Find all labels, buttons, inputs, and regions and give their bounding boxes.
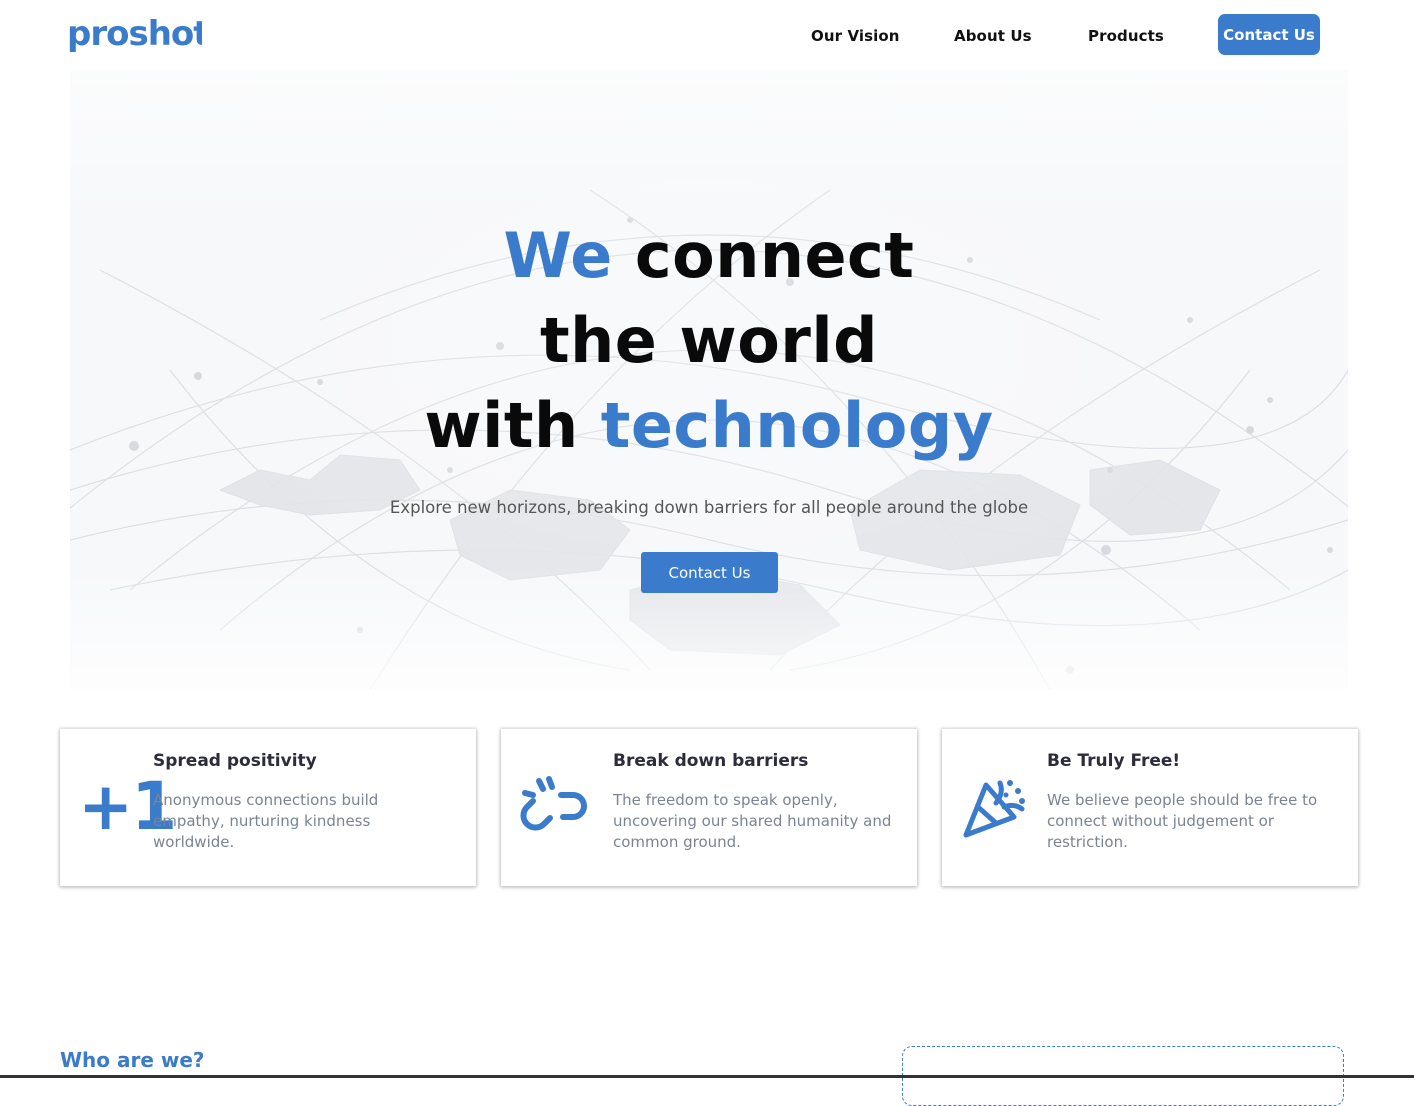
feature-title: Be Truly Free! — [1047, 751, 1181, 771]
party-popper-icon — [963, 780, 1025, 838]
headline-with: with — [424, 389, 601, 462]
feature-title: Spread positivity — [153, 751, 317, 771]
broken-link-icon — [520, 776, 587, 831]
hero-contact-button[interactable]: Contact Us — [641, 552, 778, 593]
nav-products[interactable]: Products — [1088, 27, 1164, 45]
feature-text: The freedom to speak openly, uncovering … — [613, 791, 892, 851]
who-are-we-heading: Who are we? — [60, 1048, 205, 1072]
feature-text: Anonymous connections build empathy, nur… — [153, 791, 379, 851]
hero-headline-line-2: the world — [540, 304, 878, 377]
header-contact-button[interactable]: Contact Us — [1218, 14, 1320, 55]
headline-connect: connect — [612, 219, 915, 292]
hero-subtitle: Explore new horizons, breaking down barr… — [389, 498, 1029, 517]
hero-headline-line-3: with technology — [70, 383, 1348, 468]
feature-card-positivity: +1 Spread positivity Anonymous connectio… — [60, 729, 476, 886]
headline-accent-we: We — [503, 219, 613, 292]
hero-section: We connect the world with technology Exp… — [70, 70, 1348, 690]
hero-headline-line-1: We connect — [70, 213, 1348, 298]
feature-card-free: Be Truly Free! We believe people should … — [942, 729, 1358, 886]
headline-accent-technology: technology — [600, 389, 994, 462]
feature-card-barriers: Break down barriers The freedom to speak… — [501, 729, 917, 886]
nav-our-vision[interactable]: Our Vision — [811, 27, 900, 45]
feature-text: We believe people should be free to conn… — [1047, 791, 1318, 851]
main-nav: Our Vision About Us Products Contact Us — [0, 14, 1414, 56]
feature-title: Break down barriers — [613, 751, 809, 771]
nav-about-us[interactable]: About Us — [954, 27, 1032, 45]
